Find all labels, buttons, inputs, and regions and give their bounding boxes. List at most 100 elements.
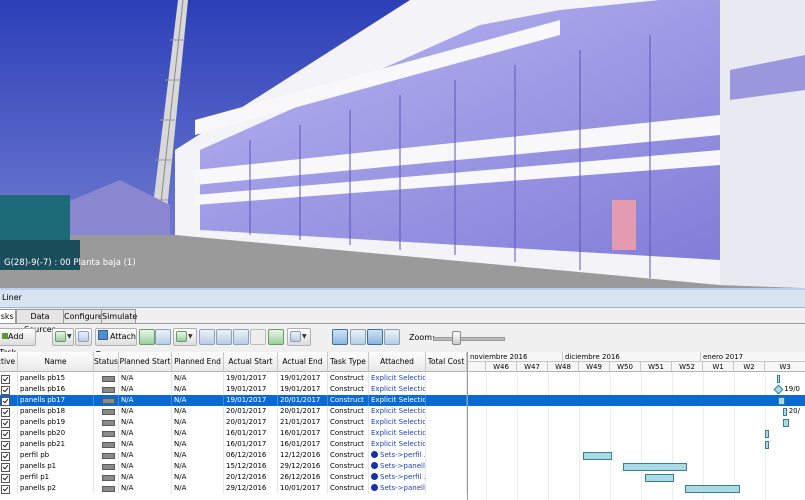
view-planned-icon[interactable] [350,329,366,345]
gantt-milestone[interactable] [773,384,784,395]
cell-text: N/A [174,473,187,481]
task-row[interactable]: perfil p1 N/A N/A 20/12/2016 26/12/2016 Const… [0,472,467,483]
delete-task-button[interactable] [75,328,92,346]
view-actual-icon[interactable] [367,329,383,345]
col-task-type-header[interactable]: Task Type [328,352,369,372]
task-row[interactable]: panells pb18 N/A N/A 20/01/2017 20/01/2017 Co… [0,406,467,417]
active-checkbox[interactable] [1,463,10,472]
active-checkbox[interactable] [1,375,10,384]
active-checkbox[interactable] [1,452,10,461]
col-actual-start-header[interactable]: Actual Start [224,352,278,372]
active-checkbox[interactable] [1,419,10,428]
total-cost-cell [426,461,467,472]
planned-start-cell: N/A [119,472,172,483]
active-checkbox[interactable] [1,474,10,483]
actual-end-cell: 21/01/2017 [278,417,328,428]
gantt-week-header: W2 [734,362,765,372]
active-checkbox[interactable] [1,441,10,450]
gantt-task-bar[interactable] [685,485,741,493]
gantt-gridline [610,372,611,500]
planned-start-cell: N/A [119,483,172,494]
gantt-task-bar[interactable] [623,463,688,471]
status-cell [94,428,119,439]
task-row[interactable]: perfil pb N/A N/A 06/12/2016 12/12/2016 Const… [0,450,467,461]
viewport-location-label: G(28)-9(-7) : 00 Planta baja (1) [4,258,136,268]
active-checkbox[interactable] [1,485,10,494]
planned-start-cell: N/A [119,417,172,428]
gantt-task-bar[interactable] [765,441,769,449]
export-icon[interactable] [216,329,232,345]
column-set-dropdown[interactable]: ▼ [287,328,311,346]
gantt-milestone[interactable] [777,375,781,383]
cell-text: 20/01/2017 [226,407,267,415]
status-cell [94,395,119,406]
task-row[interactable]: panells pb17 N/A N/A 19/01/2017 20/01/2017 Co… [0,395,467,406]
actual-start-cell: 16/01/2017 [224,428,278,439]
task-grid: ActiveNameStatusPlanned StartPlanned End… [0,352,467,500]
view-compare-icon[interactable] [384,329,400,345]
active-cell [0,428,18,439]
rules-icon[interactable] [155,329,171,345]
gantt-task-bar[interactable] [782,419,790,427]
task-row[interactable]: panells pb15 N/A N/A 19/01/2017 19/01/2017 Co… [0,373,467,384]
task-row[interactable]: panells p1 N/A N/A 15/12/2016 29/12/2016 Cons… [0,461,467,472]
col-planned-end-header[interactable]: Planned End [172,352,224,372]
cell-text: N/A [121,440,134,448]
name-cell: panells p2 [18,483,94,494]
attached-cell: Explicit Selection [369,417,426,428]
col-status-header[interactable]: Status [94,352,119,372]
task-row[interactable]: panells p2 N/A N/A 29/12/2016 10/01/2017 Cons… [0,483,467,494]
cell-text: panells pb18 [20,407,66,415]
tab-tasks[interactable]: Tasks [0,309,16,324]
attach-button[interactable]: Attach ▼ [95,328,137,357]
gantt-task-bar[interactable] [645,474,674,482]
gantt-month-header: enero 2017 [701,352,805,362]
attached-cell: Sets->perfil ... [369,472,426,483]
col-actual-end-header[interactable]: Actual End [278,352,328,372]
cell-text: Sets->panell... [380,462,425,470]
planned-start-cell: N/A [119,439,172,450]
tab-configure[interactable]: Configure [63,309,103,323]
3d-viewport[interactable]: G(28)-9(-7) : 00 Planta baja (1) [0,0,805,288]
col-planned-start-header[interactable]: Planned Start [119,352,172,372]
zoom-slider[interactable] [433,337,505,341]
validate-icon[interactable] [268,329,284,345]
task-row[interactable]: panells pb16 N/A N/A 19/01/2017 19/01/2017 Co… [0,384,467,395]
task-row[interactable]: panells pb19 N/A N/A 20/01/2017 21/01/2017 Co… [0,417,467,428]
task-row[interactable]: panells pb21 N/A N/A 16/01/2017 16/01/2017 Co… [0,439,467,450]
col-name-header[interactable]: Name [18,352,94,372]
col-active-header[interactable]: Active [0,352,18,372]
cell-text: N/A [174,429,187,437]
active-checkbox[interactable] [1,408,10,417]
task-type-cell: Construct [328,461,369,472]
columns-icon[interactable] [233,329,249,345]
col-attached-header[interactable]: Attached [369,352,426,372]
add-task-button[interactable]: Add Task [0,328,36,357]
view-gantt-icon[interactable] [332,329,348,345]
col-total-cost-header[interactable]: Total Cost [426,352,467,372]
zoom-slider-thumb[interactable] [452,331,461,345]
actual-start-cell: 19/01/2017 [224,373,278,384]
active-checkbox[interactable] [1,397,10,406]
actual-end-cell: 10/01/2017 [278,483,328,494]
import-icon[interactable] [199,329,215,345]
task-row[interactable]: panells pb20 N/A N/A 16/01/2017 16/01/2017 Co… [0,428,467,439]
gantt-task-bar[interactable] [782,408,787,416]
filter-dropdown[interactable]: ▼ [173,328,197,346]
actual-start-cell: 15/12/2016 [224,461,278,472]
insert-task-dropdown[interactable]: ▼ [52,328,74,346]
total-cost-cell [426,472,467,483]
gantt-task-bar[interactable] [778,397,785,405]
tab-simulate[interactable]: Simulate [101,309,137,323]
gantt-task-bar[interactable] [765,430,769,438]
status-indicator [102,376,115,382]
actual-end-cell: 20/01/2017 [278,406,328,417]
active-checkbox[interactable] [1,386,10,395]
active-checkbox[interactable] [1,430,10,439]
tab-data-sources[interactable]: Data Sources [16,309,64,334]
cell-text: N/A [121,396,134,404]
total-cost-cell [426,450,467,461]
gantt-task-bar[interactable] [583,452,612,460]
auto-attach-icon[interactable] [139,329,155,345]
cell-text: Construct [330,418,364,426]
